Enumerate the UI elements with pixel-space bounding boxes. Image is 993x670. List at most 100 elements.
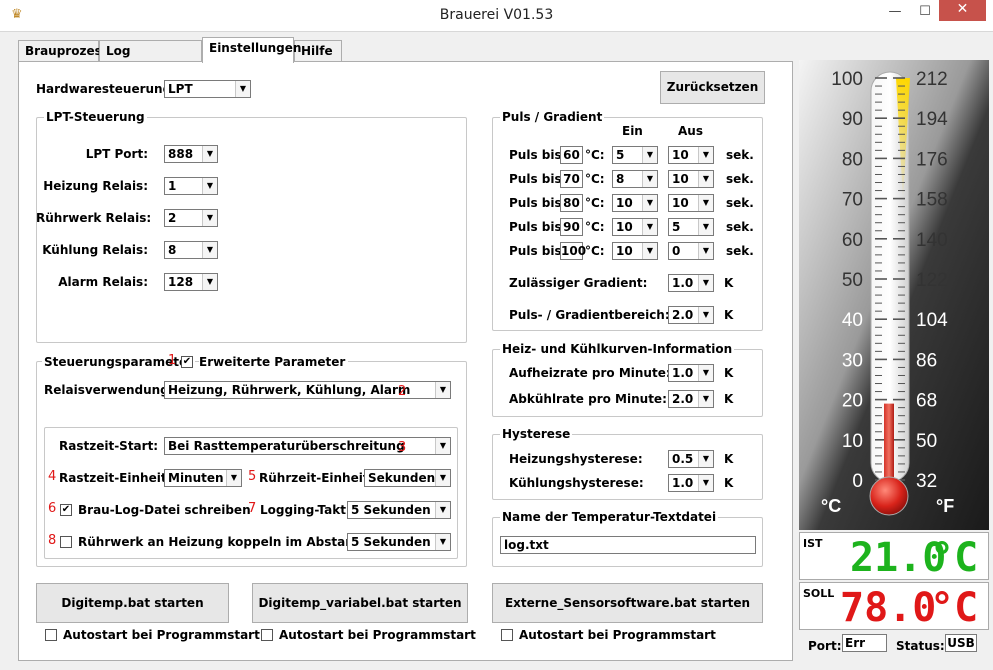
logging-takt-select[interactable]: 5 Sekunden ▼ [347, 501, 451, 519]
puls-ein-select[interactable]: 5 ▼ [612, 146, 658, 164]
puls-ein-select[interactable]: 8 ▼ [612, 170, 658, 188]
tab-hilfe[interactable]: Hilfe [294, 40, 342, 62]
kuehlung-relais-value: 8 [168, 243, 177, 257]
puls-unit-c: °C: [585, 172, 605, 186]
puls-unit-sek: sek. [726, 244, 754, 258]
celsius-tick-label: 0 [852, 471, 863, 492]
aufheizrate-unit: K [724, 366, 734, 380]
rast-unit-select[interactable]: Minuten ▼ [164, 469, 242, 487]
chevron-down-icon: ▼ [435, 470, 450, 486]
ext-params-label: Erweiterte Parameter [199, 355, 349, 369]
abkuehlrate-label: Abkühlrate pro Minute: [509, 392, 667, 406]
puls-aus-select[interactable]: 10 ▼ [668, 194, 714, 212]
tab-log-auswertung[interactable]: Log Auswertung [99, 40, 202, 78]
fahrenheit-tick-label: 194 [916, 109, 948, 130]
puls-ein-value: 10 [616, 196, 633, 210]
puls-unit-c: °C: [585, 220, 605, 234]
puls-col-ein: Ein [622, 124, 643, 138]
celsius-tick-label: 20 [842, 391, 863, 412]
hardware-label: Hardwaresteuerung: [36, 82, 176, 96]
puls-temp-input[interactable]: 80 [560, 194, 583, 212]
digitemp-variabel-button[interactable]: Digitemp_variabel.bat starten [252, 583, 468, 623]
tab-brauprozess[interactable]: Brauprozess [18, 40, 109, 62]
textdatei-input[interactable]: log.txt [500, 536, 756, 554]
brau-log-checkbox[interactable]: ✔ [60, 504, 72, 516]
chevron-down-icon: ▼ [235, 81, 250, 97]
lpt-port-select[interactable]: 888 ▼ [164, 145, 218, 163]
couple-checkbox[interactable] [60, 536, 72, 548]
chevron-down-icon: ▼ [226, 470, 241, 486]
heizungshysterese-select[interactable]: 0.5 ▼ [668, 450, 714, 468]
hardware-select[interactable]: LPT ▼ [164, 80, 251, 98]
chevron-down-icon: ▼ [435, 502, 450, 518]
kuehlungshysterese-select[interactable]: 1.0 ▼ [668, 474, 714, 492]
chevron-down-icon: ▼ [642, 171, 657, 187]
puls-unit-c: °C: [585, 196, 605, 210]
puls-ein-select[interactable]: 10 ▼ [612, 242, 658, 260]
status-label: Status: [896, 639, 945, 653]
extern-sensor-button[interactable]: Externe_Sensorsoftware.bat starten [492, 583, 763, 623]
puls-row-label: Puls bis [509, 172, 562, 186]
ruehr-unit-select[interactable]: Sekunden ▼ [364, 469, 451, 487]
puls-unit-c: °C: [585, 244, 605, 258]
ext-params-checkbox[interactable]: ✔ [181, 356, 193, 368]
puls-aus-value: 10 [672, 172, 689, 186]
fahrenheit-tick-label: 122 [916, 270, 948, 291]
puls-unit-sek: sek. [726, 172, 754, 186]
chevron-down-icon: ▼ [698, 391, 713, 407]
chevron-down-icon: ▼ [435, 438, 450, 454]
puls-row-label: Puls bis [509, 196, 562, 210]
ist-label: IST [803, 537, 823, 550]
puls-ein-select[interactable]: 10 ▼ [612, 194, 658, 212]
puls-unit-sek: sek. [726, 220, 754, 234]
close-button[interactable]: ✕ [939, 0, 986, 21]
reset-button[interactable]: Zurücksetzen [660, 71, 765, 104]
autostart-digitemp-variabel-label: Autostart bei Programmstart [279, 628, 476, 642]
puls-aus-select[interactable]: 5 ▼ [668, 218, 714, 236]
puls-aus-select[interactable]: 10 ▼ [668, 170, 714, 188]
heizung-relais-select[interactable]: 1 ▼ [164, 177, 218, 195]
fahrenheit-tick-label: 176 [916, 149, 948, 170]
aufheizrate-select[interactable]: 1.0 ▼ [668, 364, 714, 382]
ruehrwerk-relais-select[interactable]: 2 ▼ [164, 209, 218, 227]
puls-col-aus: Aus [678, 124, 703, 138]
puls-aus-value: 5 [672, 220, 681, 234]
hysterese-group-title: Hysterese [500, 427, 573, 441]
autostart-digitemp-variabel-checkbox[interactable] [261, 629, 273, 641]
autostart-digitemp-label: Autostart bei Programmstart [63, 628, 260, 642]
autostart-digitemp-checkbox[interactable] [45, 629, 57, 641]
couple-label: Rührwerk an Heizung koppeln im Abstand v… [78, 535, 392, 549]
marker-1: 1 [168, 353, 177, 368]
marker-3: 3 [398, 440, 407, 455]
puls-ein-select[interactable]: 10 ▼ [612, 218, 658, 236]
puls-unit-c: °C: [585, 148, 605, 162]
tab-einstellungen[interactable]: Einstellungen [202, 37, 301, 63]
kuehlung-relais-select[interactable]: 8 ▼ [164, 241, 218, 259]
gradient-select[interactable]: 1.0 ▼ [668, 274, 714, 292]
celsius-tick-label: 100 [831, 69, 863, 90]
rast-start-select[interactable]: Bei Rasttemperaturüberschreitung ▼ [164, 437, 451, 455]
marker-6: 6 [48, 501, 57, 516]
puls-aus-value: 10 [672, 148, 689, 162]
maximize-button[interactable]: ☐ [910, 0, 940, 26]
fahrenheit-tick-label: 86 [916, 350, 937, 371]
puls-temp-input[interactable]: 90 [560, 218, 583, 236]
puls-temp-input[interactable]: 100 [560, 242, 586, 260]
celsius-unit: °C [821, 496, 841, 516]
couple-select[interactable]: 5 Sekunden ▼ [347, 533, 451, 551]
chevron-down-icon: ▼ [698, 147, 713, 163]
alarm-relais-select[interactable]: 128 ▼ [164, 273, 218, 291]
autostart-extern-checkbox[interactable] [501, 629, 513, 641]
puls-unit-sek: sek. [726, 148, 754, 162]
fahrenheit-tick-label: 32 [916, 471, 937, 492]
puls-aus-select[interactable]: 10 ▼ [668, 146, 714, 164]
bereich-select[interactable]: 2.0 ▼ [668, 306, 714, 324]
relais-select[interactable]: Heizung, Rührwerk, Kühlung, Alarm ▼ [164, 381, 451, 399]
abkuehlrate-select[interactable]: 2.0 ▼ [668, 390, 714, 408]
puls-aus-select[interactable]: 0 ▼ [668, 242, 714, 260]
ist-display: IST 21.0 °C [799, 532, 989, 580]
digitemp-button[interactable]: Digitemp.bat starten [36, 583, 229, 623]
puls-temp-input[interactable]: 60 [560, 146, 583, 164]
minimize-button[interactable]: — [880, 0, 910, 26]
puls-temp-input[interactable]: 70 [560, 170, 583, 188]
